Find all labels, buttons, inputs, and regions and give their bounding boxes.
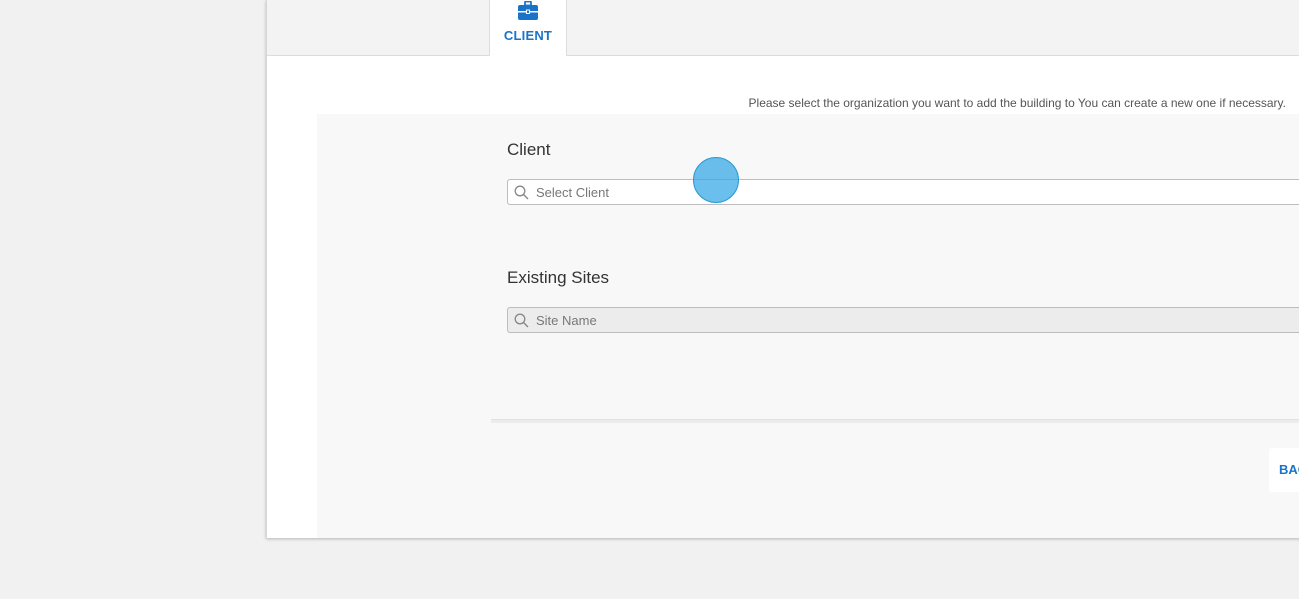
cursor-indicator	[693, 157, 739, 203]
client-search-input[interactable]	[536, 180, 1296, 204]
existing-sites-label: Existing Sites	[507, 268, 610, 287]
instructions-text: Please select the organization you want …	[748, 96, 1286, 110]
back-button[interactable]: BACK	[1269, 448, 1299, 492]
briefcase-icon	[518, 1, 538, 20]
search-icon	[514, 313, 529, 328]
wizard-card: CLIENT Please select the organization yo…	[266, 0, 1299, 538]
selection-panel: Client Existing Sites BACK	[317, 114, 1299, 538]
client-label: Client	[507, 140, 551, 159]
wizard-tab-strip: CLIENT	[267, 0, 1299, 56]
site-search[interactable]	[507, 307, 1299, 333]
section-divider	[491, 419, 1299, 423]
tab-client[interactable]: CLIENT	[489, 0, 567, 56]
search-icon	[514, 185, 529, 200]
tab-client-label: CLIENT	[503, 28, 553, 43]
site-name-input[interactable]	[536, 308, 1296, 332]
client-search[interactable]	[507, 179, 1299, 205]
